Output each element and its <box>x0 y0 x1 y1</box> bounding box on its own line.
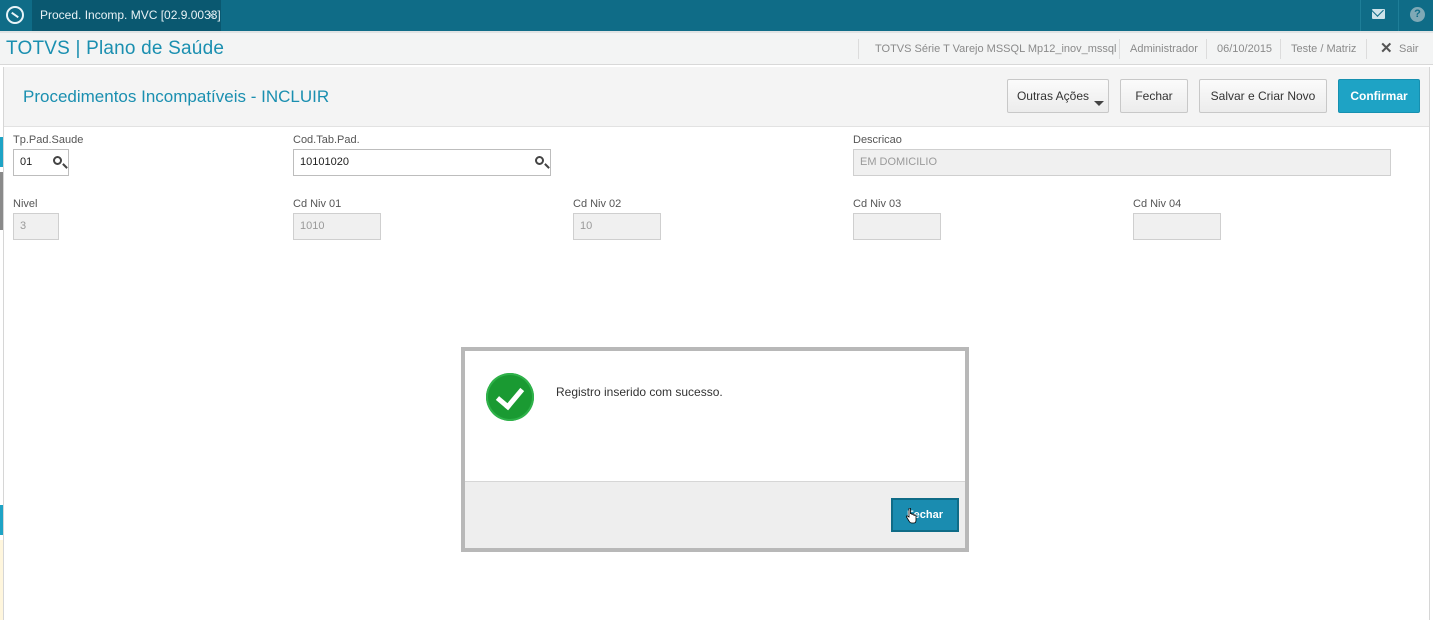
mail-icon[interactable] <box>1372 9 1385 19</box>
dialog-footer: Fechar <box>465 481 965 548</box>
divider <box>1398 0 1399 31</box>
tab-label: Proced. Incomp. MVC [02.9.0033] <box>40 8 221 22</box>
cod-tab-pad-label: Cod.Tab.Pad. <box>293 134 360 146</box>
logout-link[interactable]: Sair <box>1399 43 1419 55</box>
close-button[interactable]: Fechar <box>1120 79 1188 113</box>
confirm-button[interactable]: Confirmar <box>1338 79 1420 113</box>
nivel-field: 3 <box>13 213 59 240</box>
search-icon[interactable] <box>535 156 544 165</box>
app-header: TOTVS | Plano de Saúde TOTVS Série T Var… <box>0 31 1433 65</box>
hand-cursor-icon <box>905 508 917 524</box>
page-header: Procedimentos Incompatíveis - INCLUIR Ou… <box>4 67 1429 127</box>
tp-pad-saude-value: 01 <box>20 156 33 168</box>
cd-niv-04-label: Cd Niv 04 <box>1133 198 1182 210</box>
branch-label: Teste / Matriz <box>1291 43 1357 55</box>
totvs-logo-icon[interactable] <box>6 6 24 24</box>
divider <box>1360 0 1361 31</box>
dialog-body: Registro inserido com sucesso. <box>465 351 965 481</box>
cd-niv-01-label: Cd Niv 01 <box>293 198 342 210</box>
cod-tab-pad-input[interactable]: 10101020 <box>293 149 551 176</box>
close-icon[interactable]: ✕ <box>1380 39 1393 57</box>
cd-niv-02-label: Cd Niv 02 <box>573 198 622 210</box>
caret-down-icon <box>1094 101 1104 106</box>
divider <box>1280 39 1281 59</box>
dialog-message: Registro inserido com sucesso. <box>556 385 723 399</box>
tp-pad-saude-label: Tp.Pad.Saude <box>13 134 84 146</box>
other-actions-button[interactable]: Outras Ações <box>1007 79 1109 113</box>
cod-tab-pad-value: 10101020 <box>300 156 349 168</box>
tab-proced-incomp[interactable]: Proced. Incomp. MVC [02.9.0033] × <box>32 0 221 31</box>
cd-niv-01-field: 1010 <box>293 213 381 240</box>
top-bar: Proced. Incomp. MVC [02.9.0033] × ? <box>0 0 1433 31</box>
nivel-label: Nivel <box>13 198 38 210</box>
divider <box>1206 39 1207 59</box>
other-actions-label: Outras Ações <box>1016 89 1090 103</box>
cd-niv-03-field <box>853 213 941 240</box>
cd-niv-03-label: Cd Niv 03 <box>853 198 902 210</box>
cd-niv-04-field <box>1133 213 1221 240</box>
search-icon[interactable] <box>53 156 62 165</box>
divider <box>1366 39 1367 59</box>
tp-pad-saude-input[interactable]: 01 <box>13 149 69 176</box>
descricao-label: Descricao <box>853 134 902 146</box>
app-brand: TOTVS | Plano de Saúde <box>6 38 225 59</box>
tab-close-icon[interactable]: × <box>208 0 215 30</box>
divider <box>858 39 859 59</box>
dialog-close-button[interactable]: Fechar <box>891 498 959 532</box>
page-title: Procedimentos Incompatíveis - INCLUIR <box>23 87 330 106</box>
help-icon[interactable]: ? <box>1410 7 1425 22</box>
success-check-icon <box>486 373 534 421</box>
cd-niv-02-field: 10 <box>573 213 661 240</box>
success-dialog: Registro inserido com sucesso. Fechar <box>461 347 969 552</box>
divider <box>1119 39 1120 59</box>
user-label: Administrador <box>1130 43 1198 55</box>
descricao-field: EM DOMICILIO <box>853 149 1391 176</box>
environment-label: TOTVS Série T Varejo MSSQL Mp12_inov_mss… <box>875 43 1117 55</box>
save-new-button[interactable]: Salvar e Criar Novo <box>1199 79 1327 113</box>
date-label: 06/10/2015 <box>1217 43 1273 55</box>
